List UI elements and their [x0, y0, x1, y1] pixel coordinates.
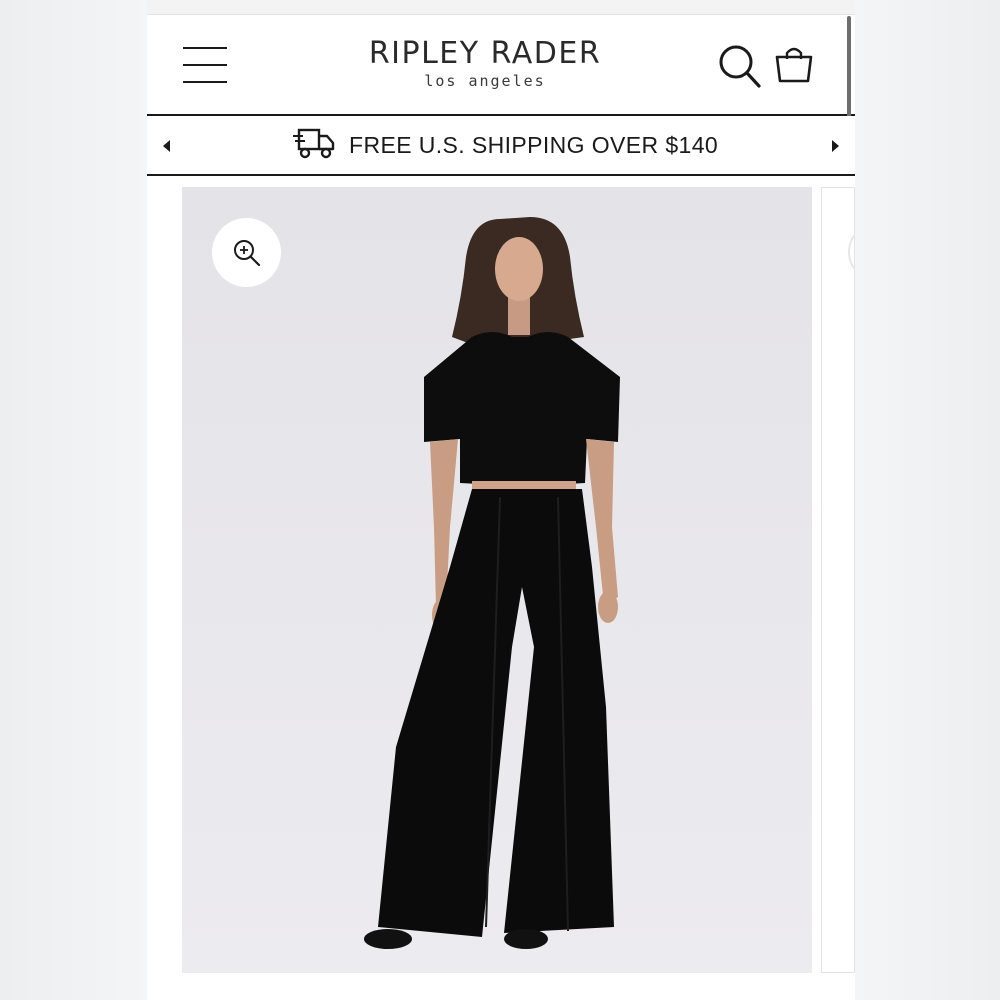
mobile-page: RIPLEY RADER los angeles FREE U.S. SHIPP… [147, 0, 855, 1000]
search-icon[interactable] [717, 43, 763, 91]
product-image-gallery[interactable] [182, 187, 812, 973]
promo-next-icon[interactable] [827, 136, 843, 156]
hamburger-menu-icon[interactable] [183, 45, 227, 85]
backdrop-right [855, 0, 1000, 1000]
delivery-truck-icon [293, 127, 335, 164]
backdrop-left [0, 0, 147, 1000]
zoom-in-icon [848, 230, 855, 274]
zoom-in-icon[interactable] [212, 218, 281, 287]
shopping-bag-icon[interactable] [773, 45, 815, 85]
next-product-image-peek[interactable] [821, 187, 855, 973]
promo-banner: FREE U.S. SHIPPING OVER $140 [147, 116, 855, 176]
product-photo [364, 217, 620, 949]
promo-text: FREE U.S. SHIPPING OVER $140 [349, 131, 719, 158]
site-header: RIPLEY RADER los angeles [147, 15, 855, 116]
brand-tagline: los angeles [424, 72, 546, 90]
promo-content: FREE U.S. SHIPPING OVER $140 [293, 128, 718, 162]
brand-name: RIPLEY RADER [368, 36, 602, 71]
promo-prev-icon[interactable] [159, 136, 175, 156]
brand-logo[interactable]: RIPLEY RADER los angeles [347, 35, 623, 89]
browser-top-strip [147, 0, 855, 15]
